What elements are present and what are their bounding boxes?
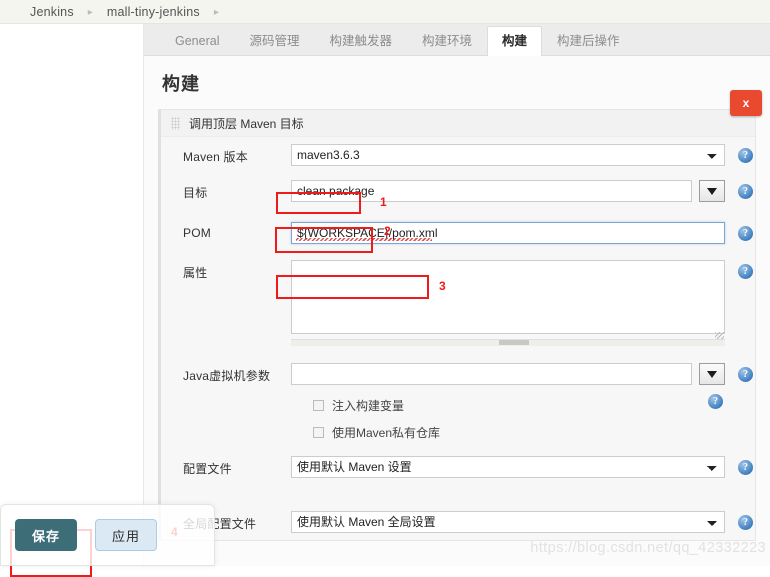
row-global-settings-file: 全局配置文件 使用默认 Maven 全局设置 ? [161, 485, 755, 540]
build-form-area: 构建 x 调用顶层 Maven 目标 Maven 版本 maven3.6.3 ? [144, 56, 770, 565]
label-properties: 属性 [183, 266, 208, 280]
field-properties: ? [291, 260, 755, 346]
builder-header: 调用顶层 Maven 目标 [161, 110, 755, 137]
breadcrumb: Jenkins ▸ mall-tiny-jenkins ▸ [0, 0, 770, 24]
maven-builder-block: x 调用顶层 Maven 目标 Maven 版本 maven3.6.3 ? 目标… [158, 90, 762, 541]
goals-dropdown-button[interactable] [699, 180, 725, 202]
jvm-options-input[interactable] [291, 363, 692, 385]
row-maven-version: Maven 版本 maven3.6.3 ? [161, 137, 755, 173]
private-repository-checkbox[interactable] [313, 427, 324, 438]
breadcrumb-separator-icon: ▸ [87, 7, 93, 18]
row-private-repository: 使用Maven私有仓库 [161, 419, 755, 446]
label-pom: POM [183, 226, 211, 240]
breadcrumb-item-project[interactable]: mall-tiny-jenkins [107, 5, 200, 19]
row-inject-build-vars: 注入构建变量 ? [161, 392, 755, 419]
tab-build-triggers[interactable]: 构建触发器 [315, 26, 408, 56]
goals-input[interactable] [291, 180, 692, 202]
spellcheck-underline [296, 238, 432, 241]
apply-button[interactable]: 应用 [95, 519, 157, 551]
breadcrumb-item-jenkins[interactable]: Jenkins [30, 5, 74, 19]
field-jvm-options: ? [291, 363, 755, 385]
field-settings-file: 使用默认 Maven 设置 ? [291, 456, 755, 478]
tab-post-build-actions[interactable]: 构建后操作 [542, 26, 635, 56]
row-settings-file: 配置文件 使用默认 Maven 设置 ? [161, 446, 755, 485]
annotation-label-2: 2 [384, 224, 391, 238]
tab-general[interactable]: General [160, 26, 234, 56]
chevron-down-icon [707, 370, 717, 378]
textarea-drag-strip[interactable] [291, 339, 725, 346]
help-icon[interactable]: ? [738, 184, 753, 199]
private-repository-label[interactable]: 使用Maven私有仓库 [332, 424, 440, 441]
properties-textarea[interactable] [291, 260, 725, 334]
settings-file-select[interactable]: 使用默认 Maven 设置 [291, 456, 725, 478]
help-icon[interactable]: ? [738, 148, 753, 163]
main-content-column: General 源码管理 构建触发器 构建环境 构建 构建后操作 构建 x 调用… [143, 24, 770, 566]
annotation-label-3: 3 [439, 279, 446, 293]
help-icon[interactable]: ? [708, 394, 723, 409]
jvm-options-dropdown-button[interactable] [699, 363, 725, 385]
row-jvm-options: Java虚拟机参数 ? [161, 353, 755, 392]
label-settings-file: 配置文件 [183, 462, 232, 476]
row-goals: 目标 ? [161, 173, 755, 209]
delete-builder-button[interactable]: x [730, 90, 762, 116]
field-maven-version: maven3.6.3 ? [291, 144, 755, 166]
row-properties: 属性 ? [161, 251, 755, 353]
help-icon[interactable]: ? [738, 226, 753, 241]
help-icon[interactable]: ? [738, 264, 753, 279]
row-pom: POM ? [161, 209, 755, 251]
page-title: 构建 [162, 74, 200, 94]
tab-build-environment[interactable]: 构建环境 [407, 26, 487, 56]
field-global-settings-file: 使用默认 Maven 全局设置 ? [291, 511, 755, 533]
maven-version-select[interactable]: maven3.6.3 [291, 144, 725, 166]
builder-title: 调用顶层 Maven 目标 [189, 116, 304, 131]
field-pom: ? [291, 222, 755, 244]
label-goals: 目标 [183, 186, 208, 200]
label-maven-version: Maven 版本 [183, 150, 248, 164]
floating-save-bar: 保存 应用 [0, 504, 215, 566]
global-settings-file-select[interactable]: 使用默认 Maven 全局设置 [291, 511, 725, 533]
annotation-label-1: 1 [380, 195, 387, 209]
tab-scm[interactable]: 源码管理 [234, 26, 314, 56]
save-button[interactable]: 保存 [15, 519, 77, 551]
inject-build-vars-label[interactable]: 注入构建变量 [332, 397, 404, 414]
chevron-down-icon [707, 187, 717, 195]
breadcrumb-separator-icon: ▸ [213, 7, 219, 18]
help-icon[interactable]: ? [738, 515, 753, 530]
tab-build[interactable]: 构建 [487, 26, 543, 56]
inject-build-vars-checkbox[interactable] [313, 400, 324, 411]
page-body: General 源码管理 构建触发器 构建环境 构建 构建后操作 构建 x 调用… [0, 24, 770, 577]
label-jvm-options: Java虚拟机参数 [183, 369, 271, 383]
help-icon[interactable]: ? [738, 367, 753, 382]
config-tab-bar: General 源码管理 构建触发器 构建环境 构建 构建后操作 [144, 24, 770, 56]
field-goals: ? [291, 180, 755, 202]
help-icon[interactable]: ? [738, 460, 753, 475]
drag-handle-icon[interactable] [171, 116, 180, 130]
watermark: https://blog.csdn.net/qq_42332223 [530, 540, 766, 556]
